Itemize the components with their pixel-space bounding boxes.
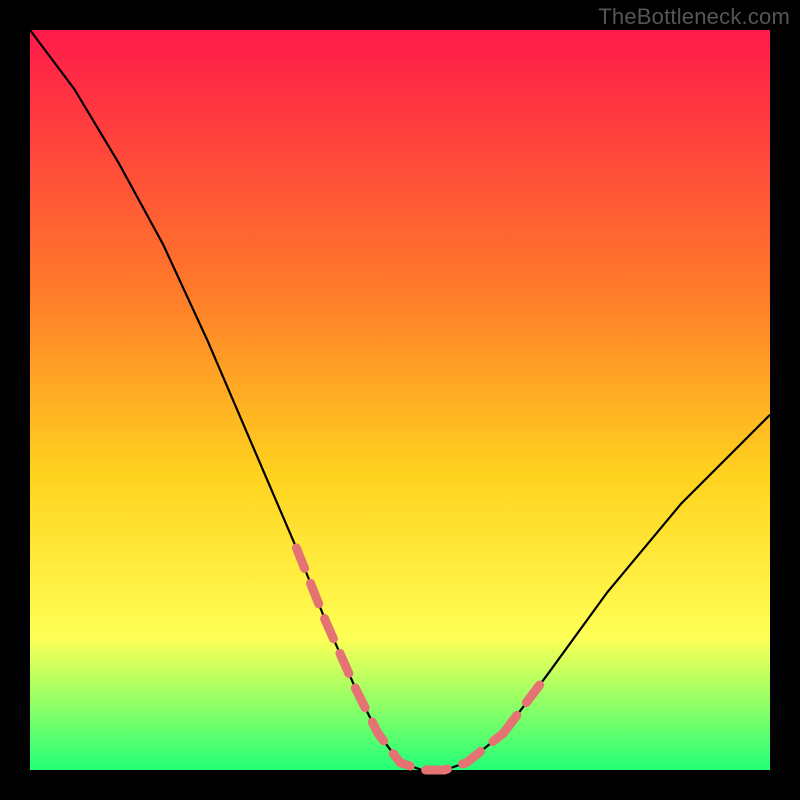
bottleneck-chart <box>0 0 800 800</box>
chart-frame: TheBottleneck.com <box>0 0 800 800</box>
plot-background <box>30 30 770 770</box>
